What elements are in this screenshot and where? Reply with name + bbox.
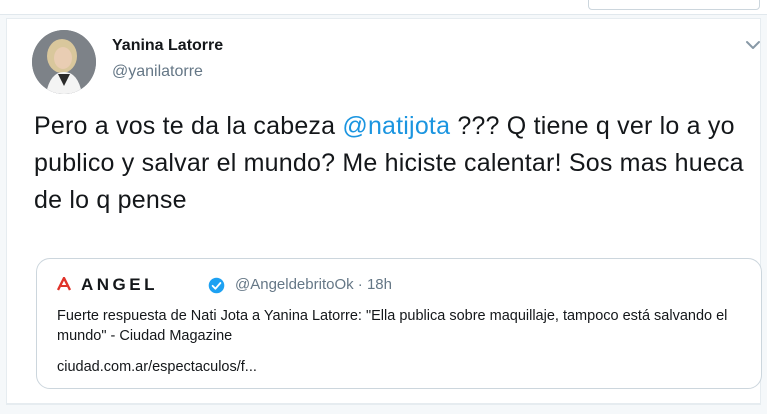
quoted-tweet-link[interactable]: ciudad.com.ar/espectaculos/f... xyxy=(57,359,257,375)
tweet-text: Pero a vos te da la cabeza @natijota ???… xyxy=(34,108,759,219)
tweet-text-start: Pero a vos te da la cabeza xyxy=(34,112,343,140)
chevron-down-icon[interactable] xyxy=(745,39,761,51)
author-avatar[interactable] xyxy=(32,30,96,94)
mention-link[interactable]: @natijota xyxy=(342,112,450,140)
angel-logo-icon xyxy=(57,277,71,291)
quoted-tweet-text: Fuerte respuesta de Nati Jota a Yanina L… xyxy=(57,308,728,344)
author-handle[interactable]: @yanilatorre xyxy=(112,63,203,81)
avatar-photo-icon xyxy=(32,30,96,94)
quoted-tweet[interactable]: ANGEL @AngeldebritoOk · 18h Fuerte respu… xyxy=(36,258,762,389)
quoted-handle-time[interactable]: @AngeldebritoOk · 18h xyxy=(235,276,392,293)
verified-badge-icon xyxy=(208,277,225,294)
previous-tweet-button[interactable] xyxy=(588,0,760,10)
bottom-divider xyxy=(6,404,761,405)
author-name[interactable]: Yanina Latorre xyxy=(112,37,223,55)
quoted-account-name[interactable]: ANGEL xyxy=(81,275,158,295)
